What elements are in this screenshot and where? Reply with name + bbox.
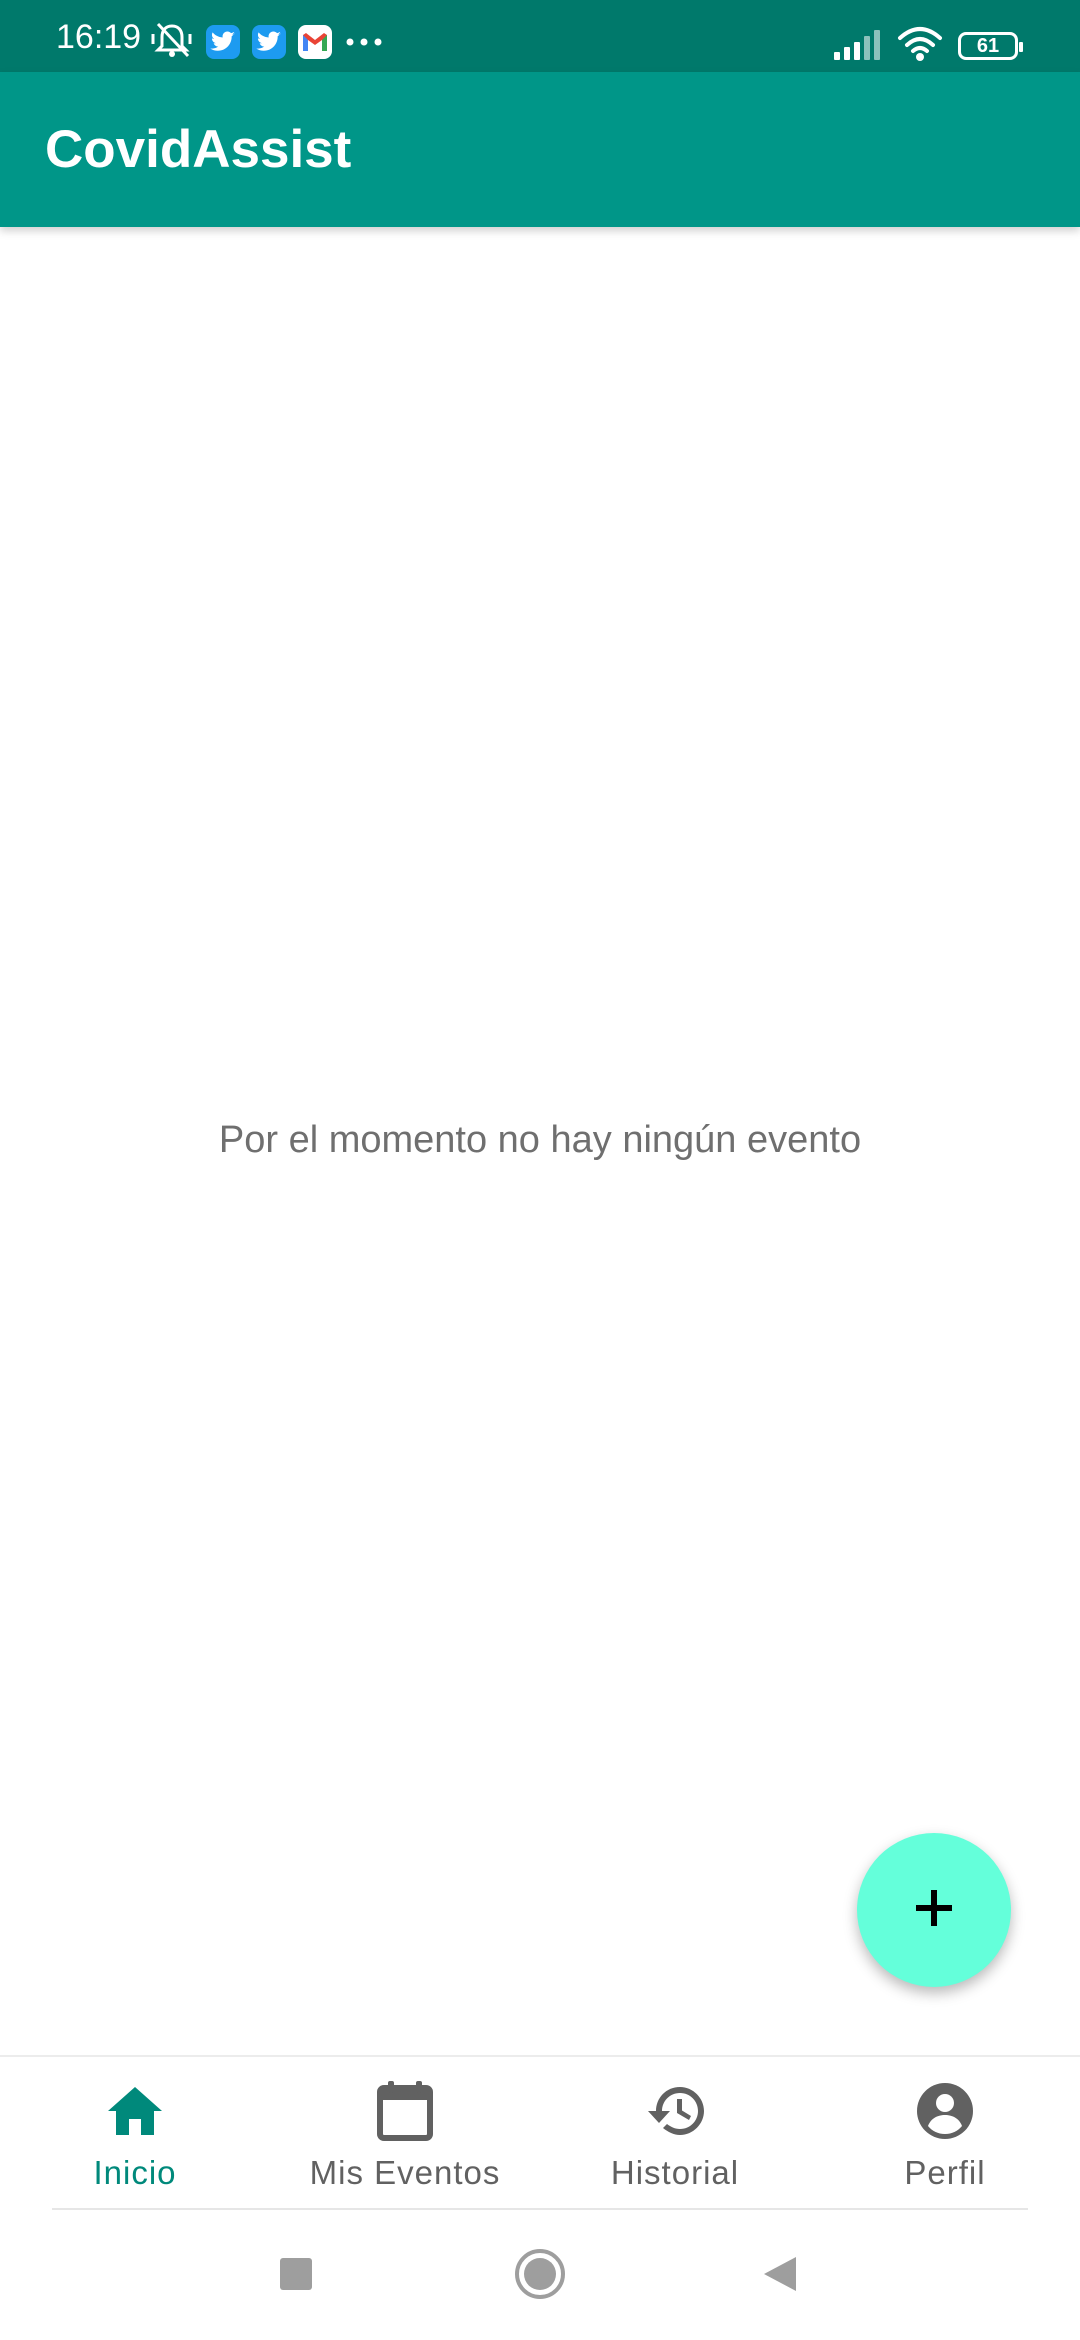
system-navigation-bar <box>0 2212 1080 2340</box>
nav-item-historial[interactable]: Historial <box>540 2057 810 2210</box>
home-button[interactable] <box>512 2248 568 2304</box>
calendar-icon <box>373 2079 437 2143</box>
signal-icon <box>832 28 882 65</box>
nav-item-inicio[interactable]: Inicio <box>0 2057 270 2210</box>
screen: 16:19 61 CovidAssist Por el momento no h… <box>0 0 1080 2340</box>
add-event-button[interactable] <box>857 1833 1011 1987</box>
empty-state-message: Por el momento no hay ningún evento <box>218 1119 862 1161</box>
gmail-icon <box>298 25 332 59</box>
nav-item-perfil[interactable]: Perfil <box>810 2057 1080 2210</box>
nav-label-inicio: Inicio <box>93 2154 177 2191</box>
twitter-icon <box>206 25 240 59</box>
more-dots-icon <box>344 25 384 59</box>
status-time: 16:19 <box>56 18 142 56</box>
twitter-icon <box>252 25 286 59</box>
recents-button[interactable] <box>268 2248 324 2304</box>
back-button[interactable] <box>752 2248 808 2304</box>
nav-label-historial: Historial <box>610 2154 740 2191</box>
account-circle-icon <box>913 2079 977 2143</box>
home-icon <box>103 2079 167 2143</box>
status-right-icons: 61 <box>832 26 1023 67</box>
battery-icon: 61 <box>958 32 1023 60</box>
plus-icon <box>912 1886 956 1935</box>
app-bar: CovidAssist <box>0 72 1080 227</box>
page-title: CovidAssist <box>45 120 352 179</box>
recents-icon <box>279 2257 313 2296</box>
main-content: Por el momento no hay ningún evento <box>0 227 1080 2055</box>
back-icon <box>762 2255 798 2298</box>
nav-item-mis-eventos[interactable]: Mis Eventos <box>270 2057 540 2210</box>
history-icon <box>643 2079 707 2143</box>
nav-label-mis-eventos: Mis Eventos <box>309 2154 501 2191</box>
status-left-icons <box>150 22 384 62</box>
nav-label-perfil: Perfil <box>904 2154 986 2191</box>
status-bar: 16:19 61 <box>0 0 1080 72</box>
divider <box>52 2208 1028 2210</box>
bottom-navigation: Inicio Mis Eventos Historial Perfil <box>0 2055 1080 2210</box>
wifi-icon <box>896 26 944 67</box>
battery-level: 61 <box>976 35 1000 57</box>
vibrate-mute-icon <box>150 20 194 65</box>
home-circle-icon <box>513 2247 567 2306</box>
